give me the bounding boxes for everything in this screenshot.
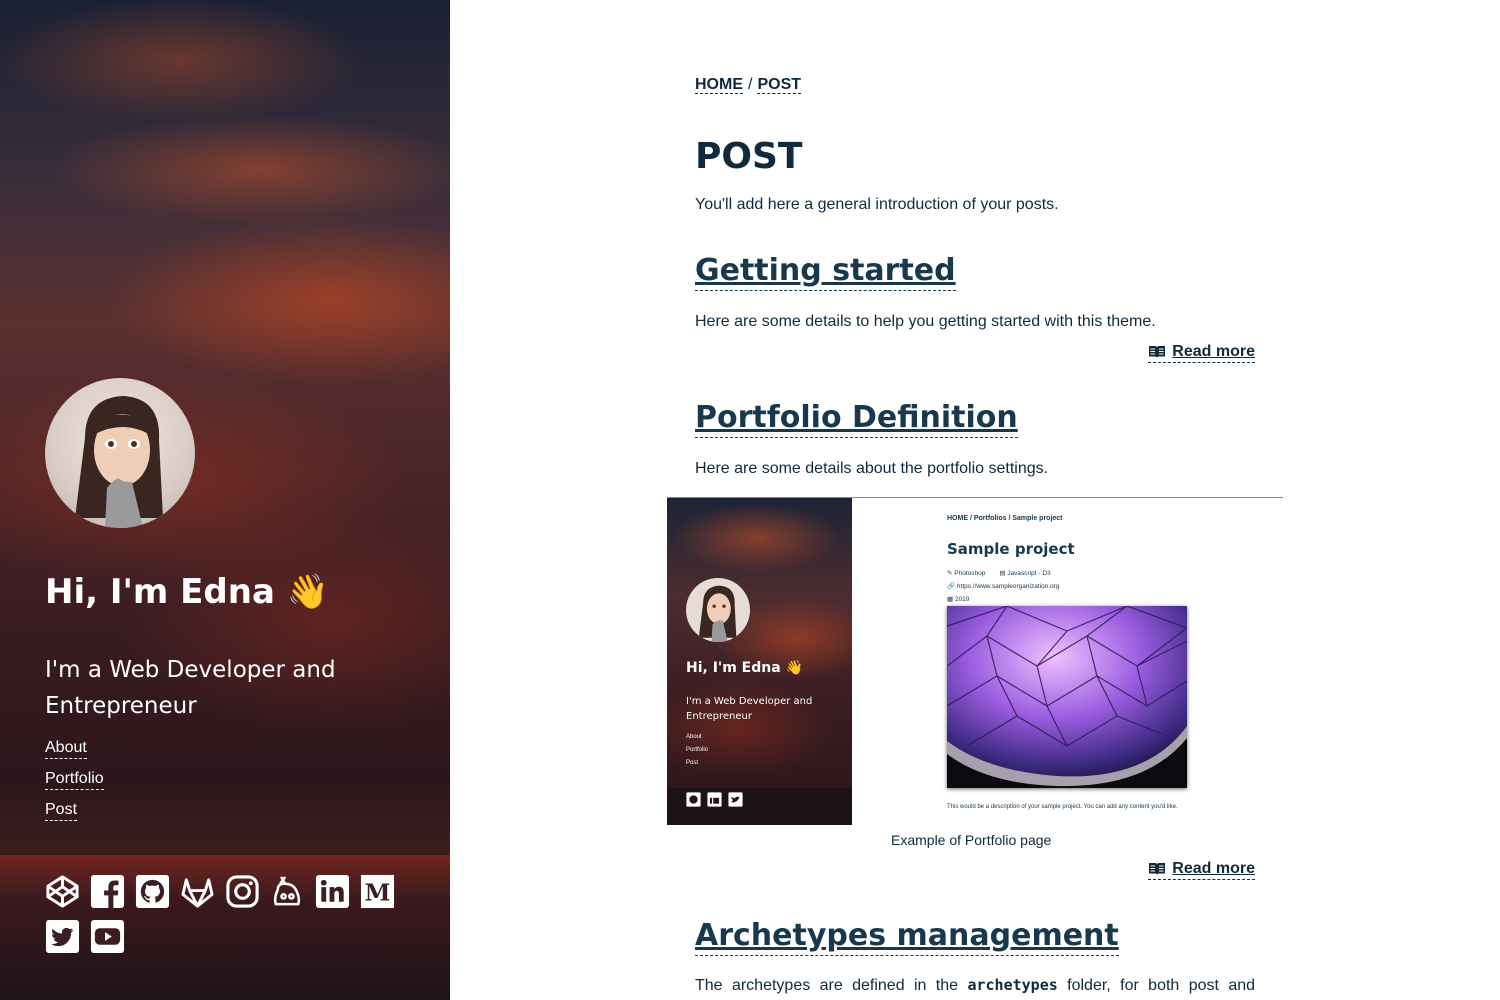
screenshot-social-icons bbox=[686, 792, 743, 807]
sidebar-nav: About Portfolio Post bbox=[45, 738, 104, 831]
avatar bbox=[45, 378, 195, 528]
portfolio-screenshot-figure: Hi, I'm Edna 👋 I'm a Web Developer and E… bbox=[667, 497, 1283, 825]
screenshot-nav-item: Portfolio bbox=[686, 747, 709, 753]
instagram-icon[interactable] bbox=[225, 874, 260, 909]
medium-icon[interactable]: M bbox=[360, 874, 395, 909]
screenshot-sidebar: Hi, I'm Edna 👋 I'm a Web Developer and E… bbox=[667, 498, 852, 825]
page-title: POST bbox=[695, 136, 803, 177]
sidebar: Hi, I'm Edna 👋 I'm a Web Developer and E… bbox=[0, 0, 450, 1000]
svg-text:M: M bbox=[365, 878, 391, 906]
screenshot-meta-tech: Javascript - D3 bbox=[1007, 570, 1051, 577]
screenshot-tagline: I'm a Web Developer and Entrepreneur bbox=[686, 696, 813, 722]
social-links: M bbox=[45, 874, 405, 954]
youtube-icon[interactable] bbox=[90, 919, 125, 954]
post-title-archetypes-management[interactable]: Archetypes management bbox=[695, 917, 1119, 956]
post-summary-archetypes-management: The archetypes are defined in the archet… bbox=[695, 976, 1255, 995]
codepen-icon[interactable] bbox=[45, 874, 80, 909]
screenshot-title: Sample project bbox=[947, 540, 1075, 558]
page-intro: You'll add here a general introduction o… bbox=[695, 196, 1059, 213]
screenshot-greeting: Hi, I'm Edna 👋 bbox=[686, 660, 803, 676]
post-title-portfolio-definition[interactable]: Portfolio Definition bbox=[695, 399, 1018, 438]
linkedin-icon[interactable] bbox=[315, 874, 350, 909]
screenshot-meta: ✎ Photoshop ▤ Javascript - D3 🔗 https://w… bbox=[947, 570, 1060, 603]
summary-text-before: The archetypes are defined in the bbox=[695, 977, 959, 994]
screenshot-nav-item: About bbox=[686, 734, 702, 740]
read-more-label: Read more bbox=[1172, 343, 1255, 360]
twitter-icon bbox=[728, 792, 743, 807]
twitter-icon[interactable] bbox=[45, 919, 80, 954]
read-more-link-getting-started[interactable]: Read more bbox=[1148, 342, 1255, 363]
github-icon[interactable] bbox=[135, 874, 170, 909]
facebook-icon[interactable] bbox=[90, 874, 125, 909]
breadcrumb: HOME / POST bbox=[695, 76, 802, 94]
screenshot-nav: About Portfolio Post bbox=[686, 731, 708, 770]
screenshot-main: HOME / Portfolios / Sample project Sampl… bbox=[852, 498, 1283, 825]
github-icon bbox=[686, 792, 701, 807]
screenshot-avatar bbox=[686, 578, 750, 642]
linkedin-icon bbox=[707, 792, 722, 807]
post-summary-getting-started: Here are some details to help you gettin… bbox=[695, 313, 1156, 330]
post-title-getting-started[interactable]: Getting started bbox=[695, 252, 956, 291]
read-more-link-portfolio-definition[interactable]: Read more bbox=[1148, 859, 1255, 880]
post-summary-portfolio-definition: Here are some details about the portfoli… bbox=[695, 460, 1049, 477]
breadcrumb-current[interactable]: POST bbox=[757, 76, 802, 94]
screenshot-breadcrumb: HOME / Portfolios / Sample project bbox=[947, 515, 1063, 522]
summary-code: archetypes bbox=[967, 976, 1058, 994]
gitlab-icon[interactable] bbox=[180, 874, 215, 909]
keybase-icon[interactable] bbox=[270, 874, 305, 909]
nav-link-portfolio[interactable]: Portfolio bbox=[45, 769, 104, 790]
screenshot-project-photo bbox=[947, 606, 1187, 788]
hero-greeting: Hi, I'm Edna 👋 bbox=[45, 572, 330, 612]
screenshot-nav-item: Post bbox=[686, 760, 699, 766]
screenshot-meta-url: https://www.sampleorganization.org bbox=[956, 583, 1060, 590]
screenshot-description: This would be a description of your samp… bbox=[947, 804, 1178, 810]
breadcrumb-home[interactable]: HOME bbox=[695, 76, 743, 94]
summary-text-after: folder, for both post and bbox=[1067, 977, 1256, 994]
nav-link-about[interactable]: About bbox=[45, 738, 87, 759]
figure-caption: Example of Portfolio page bbox=[891, 832, 1052, 848]
hero-tagline: I'm a Web Developer and Entrepreneur bbox=[45, 657, 336, 719]
book-icon bbox=[1148, 345, 1166, 359]
screenshot-meta-year: 2019 bbox=[954, 596, 970, 603]
book-icon bbox=[1148, 862, 1166, 876]
breadcrumb-separator: / bbox=[748, 76, 753, 93]
read-more-label: Read more bbox=[1172, 860, 1255, 877]
nav-link-post[interactable]: Post bbox=[45, 800, 78, 821]
screenshot-meta-tool: Photoshop bbox=[954, 570, 986, 577]
